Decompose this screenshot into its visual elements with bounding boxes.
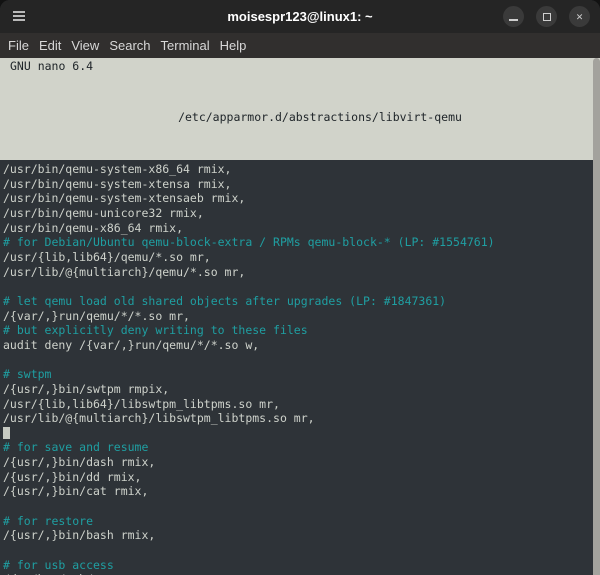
minimize-icon [509,19,518,21]
menu-item-edit[interactable]: Edit [34,35,66,56]
editor-line-comment: # but explicitly deny writing to these f… [3,323,308,338]
scrollbar[interactable] [593,58,600,575]
editor-line: /usr/bin/qemu-x86_64 rmix, [3,220,184,235]
editor-line: /usr/lib/@{multiarch}/libswtpm_libtpms.s… [3,411,315,426]
maximize-button[interactable] [536,6,557,27]
editor-line-comment: # for Debian/Ubuntu qemu-block-extra / R… [3,235,495,250]
menu-item-terminal[interactable]: Terminal [156,35,215,56]
minimize-button[interactable] [503,6,524,27]
menu-item-view[interactable]: View [66,35,104,56]
editor-line: audit deny /{var/,}run/qemu/*/*.so w, [3,337,260,352]
close-icon: ✕ [576,10,583,23]
editor-line: /{var/,}run/qemu/*/*.so mr, [3,308,190,323]
terminal-window: moisespr123@linux1: ~ ✕ File Edit View Sear… [0,0,600,575]
hamburger-menu-icon[interactable] [13,11,25,21]
editor-line: /usr/bin/qemu-system-xtensaeb rmix, [3,191,246,206]
text-cursor [3,426,10,439]
menu-item-file[interactable]: File [3,35,34,56]
menu-item-search[interactable]: Search [104,35,155,56]
window-title: moisespr123@linux1: ~ [227,9,373,24]
maximize-icon [542,12,551,21]
window-titlebar[interactable]: moisespr123@linux1: ~ ✕ [0,0,600,33]
editor-line-comment: # for save and resume [3,440,149,455]
editor-line: /usr/bin/qemu-unicore32 rmix, [3,205,204,220]
nano-file-path: /etc/apparmor.d/abstractions/libvirt-qem… [178,110,462,124]
editor-line-comment: # swtpm [3,367,52,382]
editor-line [3,426,600,441]
editor-line: /usr/{lib,lib64}/qemu/*.so mr, [3,249,211,264]
menu-bar: File Edit View Search Terminal Help [0,33,600,58]
editor-line: /usr/bin/qemu-system-x86_64 rmix, [3,162,232,176]
editor-line: /{usr/,}bin/dash rmix, [3,455,156,470]
editor-line: /usr/{lib,lib64}/libswtpm_libtpms.so mr, [3,396,280,411]
window-controls: ✕ [503,6,590,27]
editor-line: /{usr/,}bin/bash rmix, [3,528,156,543]
close-button[interactable]: ✕ [569,6,590,27]
editor-line: /{usr/,}bin/cat rmix, [3,484,149,499]
editor-line: /usr/lib/@{multiarch}/qemu/*.so mr, [3,264,246,279]
editor-line-comment: # for usb access [3,557,114,572]
editor-line: /usr/bin/qemu-system-xtensa rmix, [3,176,232,191]
editor-line-comment: # for restore [3,513,94,528]
editor-line: /{usr/,}bin/swtpm rmpix, [3,381,170,396]
terminal-screen: GNU nano 6.4 /etc/apparmor.d/abstraction… [0,58,600,575]
nano-version-label: GNU nano 6.4 [10,59,94,73]
editor-lines[interactable]: /usr/bin/qemu-system-x86_64 rmix,/usr/bi… [0,160,600,575]
menu-item-help[interactable]: Help [215,35,252,56]
editor-line: /{usr/,}bin/dd rmix, [3,469,142,484]
editor-line-comment: # let qemu load old shared objects after… [3,293,447,308]
nano-title-bar: GNU nano 6.4 /etc/apparmor.d/abstraction… [0,58,600,160]
